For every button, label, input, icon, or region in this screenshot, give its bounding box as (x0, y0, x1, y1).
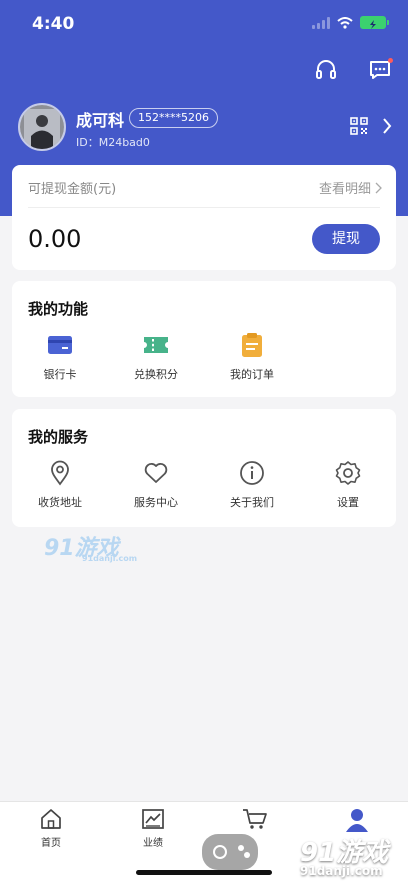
services-card: 我的服务 收货地址 服务中心 关于我们 设置 (12, 409, 396, 527)
gear-icon (334, 459, 362, 487)
chart-icon (142, 809, 164, 829)
location-icon (46, 459, 74, 487)
functions-card: 我的功能 银行卡 兑换积分 我的订单 (12, 281, 396, 397)
avatar[interactable] (18, 103, 66, 151)
chevron-right-icon (383, 118, 392, 134)
service-label: 关于我们 (230, 496, 274, 509)
clipboard-icon (238, 331, 266, 359)
messages-button[interactable] (366, 56, 394, 84)
service-label: 服务中心 (134, 496, 178, 509)
withdraw-amount: 0.00 (28, 225, 82, 253)
service-service-center[interactable]: 服务中心 (108, 459, 204, 510)
user-id: ID：M24bad0 (76, 136, 150, 149)
profile-section[interactable]: 成可科 152****5206 ID：M24bad0 (18, 103, 398, 153)
tab-performance[interactable]: 业绩 (113, 808, 193, 849)
phone-badge: 152****5206 (129, 108, 218, 128)
service-about-us[interactable]: 关于我们 (204, 459, 300, 510)
status-bar: 4:40 (0, 0, 408, 46)
info-icon (238, 459, 266, 487)
bank-card-icon (46, 331, 74, 359)
chevron-right-icon (375, 182, 382, 193)
function-my-orders[interactable]: 我的订单 (204, 331, 300, 382)
status-time: 4:40 (32, 14, 75, 34)
headset-icon (316, 60, 336, 79)
watermark-corner-sub: 91danji.com (300, 864, 383, 878)
heart-icon (142, 459, 170, 487)
functions-grid: 银行卡 兑换积分 我的订单 (12, 331, 396, 382)
view-details-link[interactable]: 查看明细 (319, 178, 382, 197)
wifi-icon (337, 16, 353, 29)
status-icons (312, 16, 389, 29)
tab-label: 首页 (41, 838, 61, 849)
service-settings[interactable]: 设置 (300, 459, 396, 510)
function-exchange-points[interactable]: 兑换积分 (108, 331, 204, 382)
tab-label: 业绩 (143, 838, 163, 849)
battery-icon (360, 16, 389, 29)
watermark-sub-text: 91danji.com (82, 554, 138, 563)
service-label: 设置 (337, 496, 359, 509)
divider (28, 207, 380, 208)
customer-service-button[interactable] (312, 56, 340, 84)
unread-dot (388, 58, 393, 63)
function-label: 我的订单 (230, 368, 274, 381)
signal-icon (312, 16, 330, 29)
qr-code-icon[interactable] (350, 117, 368, 135)
services-title: 我的服务 (28, 428, 89, 446)
services-grid: 收货地址 服务中心 关于我们 设置 (12, 459, 396, 510)
function-bank-card[interactable]: 银行卡 (12, 331, 108, 382)
service-shipping-address[interactable]: 收货地址 (12, 459, 108, 510)
functions-title: 我的功能 (28, 300, 89, 318)
view-details-label: 查看明细 (318, 182, 371, 197)
withdraw-button[interactable]: 提现 (312, 224, 380, 254)
service-label: 收货地址 (38, 496, 82, 509)
watermark-logo: 91游戏 91danji.com (44, 530, 144, 566)
user-name: 成可科 (76, 111, 125, 130)
function-label: 兑换积分 (134, 368, 178, 381)
tab-home[interactable]: 首页 (11, 808, 91, 849)
home-icon (41, 809, 61, 829)
ticket-icon (142, 331, 170, 359)
function-label: 银行卡 (43, 368, 77, 381)
home-indicator (136, 870, 272, 875)
header-actions (312, 56, 394, 84)
withdraw-label: 可提现金额(元) (28, 182, 117, 197)
withdraw-card: 可提现金额(元) 查看明细 0.00 提现 (12, 165, 396, 270)
